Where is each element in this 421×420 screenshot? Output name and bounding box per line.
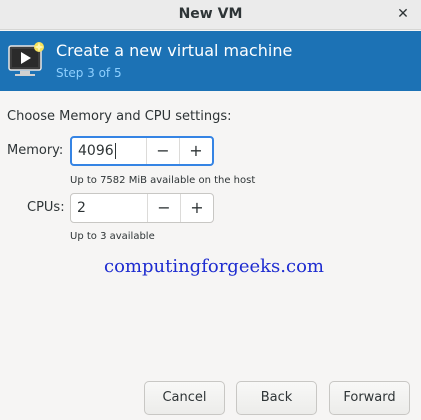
window-titlebar: New VM ✕	[0, 0, 421, 30]
cpus-increment-button[interactable]: +	[180, 194, 213, 222]
cpus-input[interactable]: 2	[71, 194, 147, 222]
back-button[interactable]: Back	[236, 381, 317, 415]
cpus-hint: Up to 3 available	[70, 231, 155, 242]
text-cursor	[114, 143, 116, 159]
window-title: New VM	[178, 6, 243, 22]
forward-button[interactable]: Forward	[329, 381, 410, 415]
memory-spinbutton[interactable]: 4096 − +	[70, 136, 214, 166]
wizard-header: Create a new virtual machine Step 3 of 5	[0, 31, 421, 91]
watermark-text: computingforgeeks.com	[104, 256, 324, 277]
wizard-step: Step 3 of 5	[56, 66, 122, 80]
memory-label: Memory:	[7, 143, 64, 158]
memory-input[interactable]: 4096	[72, 138, 146, 164]
cpus-decrement-button[interactable]: −	[147, 194, 180, 222]
memory-hint: Up to 7582 MiB available on the host	[70, 175, 256, 186]
wizard-heading: Create a new virtual machine	[56, 41, 293, 60]
memory-decrement-button[interactable]: −	[146, 138, 179, 164]
memory-increment-button[interactable]: +	[179, 138, 212, 164]
virtual-machine-icon	[8, 42, 44, 76]
cpus-spinbutton[interactable]: 2 − +	[70, 193, 214, 223]
section-label: Choose Memory and CPU settings:	[7, 109, 232, 124]
cpus-label: CPUs:	[27, 200, 65, 215]
close-icon[interactable]: ✕	[393, 4, 413, 24]
cpus-value: 2	[77, 200, 86, 216]
memory-value: 4096	[78, 143, 114, 159]
cancel-button[interactable]: Cancel	[144, 381, 225, 415]
